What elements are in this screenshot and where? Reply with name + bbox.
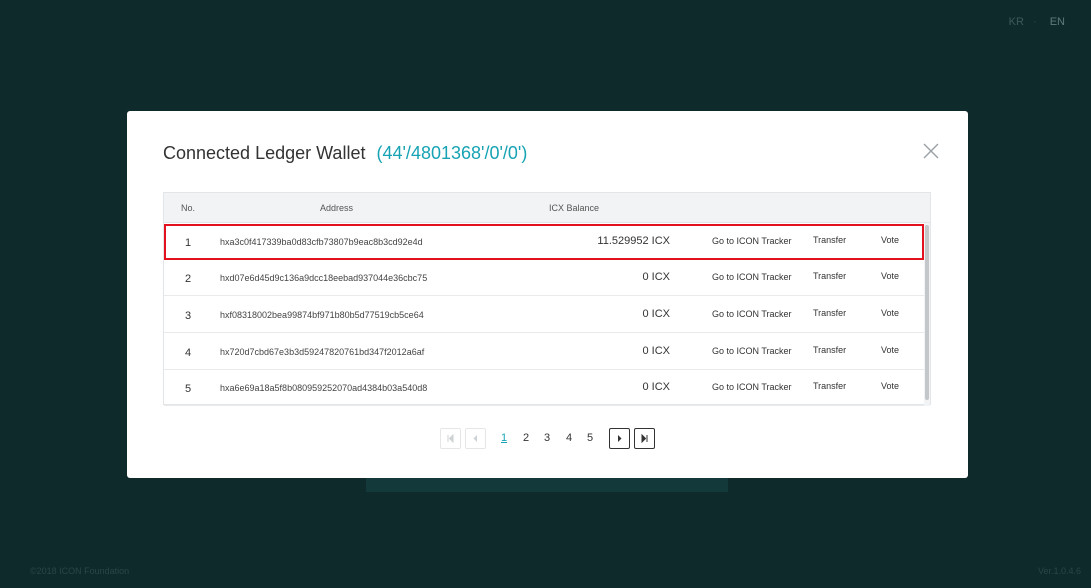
- row-number: 5: [184, 383, 192, 395]
- footer-version: Ver.1.0.4.6: [1037, 566, 1081, 576]
- transfer-button[interactable]: Transfer: [813, 271, 846, 281]
- header-no: No.: [181, 203, 196, 213]
- close-icon: [922, 142, 940, 160]
- table-header: No. Address ICX Balance: [164, 193, 930, 223]
- vote-button[interactable]: Vote: [881, 271, 899, 281]
- header-balance: ICX Balance: [549, 203, 600, 213]
- modal-title: Connected Ledger Wallet (44'/4801368'/0'…: [163, 143, 527, 164]
- transfer-button[interactable]: Transfer: [813, 345, 846, 355]
- vote-button[interactable]: Vote: [881, 381, 899, 391]
- table-row[interactable]: 5 hxa6e69a18a5f8b080959252070ad4384b03a5…: [164, 370, 924, 406]
- page-4[interactable]: 4: [566, 432, 572, 444]
- table-scrollbar[interactable]: [924, 223, 930, 406]
- vote-button[interactable]: Vote: [881, 345, 899, 355]
- row-number: 1: [184, 237, 192, 249]
- chevron-right-icon: [610, 434, 629, 443]
- page-2[interactable]: 2: [523, 432, 529, 444]
- lang-kr[interactable]: KR: [1009, 16, 1024, 28]
- footer-copyright: ©2018 ICON Foundation: [30, 566, 130, 576]
- row-address: hx720d7cbd67e3b3d59247820761bd347f2012a6…: [220, 347, 425, 357]
- table-row[interactable]: 4 hx720d7cbd67e3b3d59247820761bd347f2012…: [164, 334, 924, 370]
- transfer-button[interactable]: Transfer: [813, 235, 846, 245]
- go-to-tracker-link[interactable]: Go to ICON Tracker: [712, 309, 792, 319]
- row-address: hxa3c0f417339ba0d83cfb73807b9eac8b3cd92e…: [220, 237, 423, 247]
- header-address: Address: [320, 203, 354, 213]
- lang-en[interactable]: EN: [1050, 16, 1065, 28]
- go-to-tracker-link[interactable]: Go to ICON Tracker: [712, 272, 792, 282]
- go-to-tracker-link[interactable]: Go to ICON Tracker: [712, 346, 792, 356]
- row-balance: 0 ICX: [642, 271, 670, 283]
- derivation-path: (44'/4801368'/0'/0'): [376, 143, 528, 163]
- lang-separator: ·: [1032, 16, 1037, 28]
- next-page-button[interactable]: [609, 428, 630, 449]
- transfer-button[interactable]: Transfer: [813, 308, 846, 318]
- row-balance: 0 ICX: [642, 345, 670, 357]
- ledger-wallet-modal: Connected Ledger Wallet (44'/4801368'/0'…: [127, 111, 968, 478]
- vote-button[interactable]: Vote: [881, 308, 899, 318]
- scrollbar-thumb[interactable]: [925, 225, 929, 400]
- page-3[interactable]: 3: [544, 432, 550, 444]
- row-balance: 0 ICX: [642, 381, 670, 393]
- page-5[interactable]: 5: [587, 432, 593, 444]
- last-page-button[interactable]: [634, 428, 655, 449]
- chevron-left-icon: [466, 434, 485, 443]
- prev-page-button[interactable]: [465, 428, 486, 449]
- close-button[interactable]: [922, 142, 940, 160]
- row-balance: 0 ICX: [642, 308, 670, 320]
- vote-button[interactable]: Vote: [881, 235, 899, 245]
- transfer-button[interactable]: Transfer: [813, 381, 846, 391]
- wallet-table: No. Address ICX Balance 1 hxa3c0f417339b…: [163, 192, 931, 406]
- language-switch: KR · EN: [999, 16, 1065, 28]
- row-balance: 11.529952 ICX: [597, 235, 670, 247]
- first-page-button[interactable]: [440, 428, 461, 449]
- row-number: 3: [184, 310, 192, 322]
- first-page-icon: [441, 434, 460, 443]
- row-address: hxf08318002bea99874bf971b80b5d77519cb5ce…: [220, 310, 424, 320]
- row-address: hxd07e6d45d9c136a9dcc18eebad937044e36cbc…: [220, 273, 428, 283]
- table-row[interactable]: 3 hxf08318002bea99874bf971b80b5d77519cb5…: [164, 297, 924, 333]
- table-row[interactable]: 2 hxd07e6d45d9c136a9dcc18eebad937044e36c…: [164, 260, 924, 296]
- table-row[interactable]: 1 hxa3c0f417339ba0d83cfb73807b9eac8b3cd9…: [164, 224, 924, 260]
- last-page-icon: [635, 434, 654, 443]
- row-number: 4: [184, 347, 192, 359]
- page-1[interactable]: 1: [501, 432, 507, 444]
- background-panel: [366, 478, 728, 492]
- row-address: hxa6e69a18a5f8b080959252070ad4384b03a540…: [220, 383, 428, 393]
- row-number: 2: [184, 273, 192, 285]
- go-to-tracker-link[interactable]: Go to ICON Tracker: [712, 382, 792, 392]
- go-to-tracker-link[interactable]: Go to ICON Tracker: [712, 236, 792, 246]
- modal-title-text: Connected Ledger Wallet: [163, 143, 366, 163]
